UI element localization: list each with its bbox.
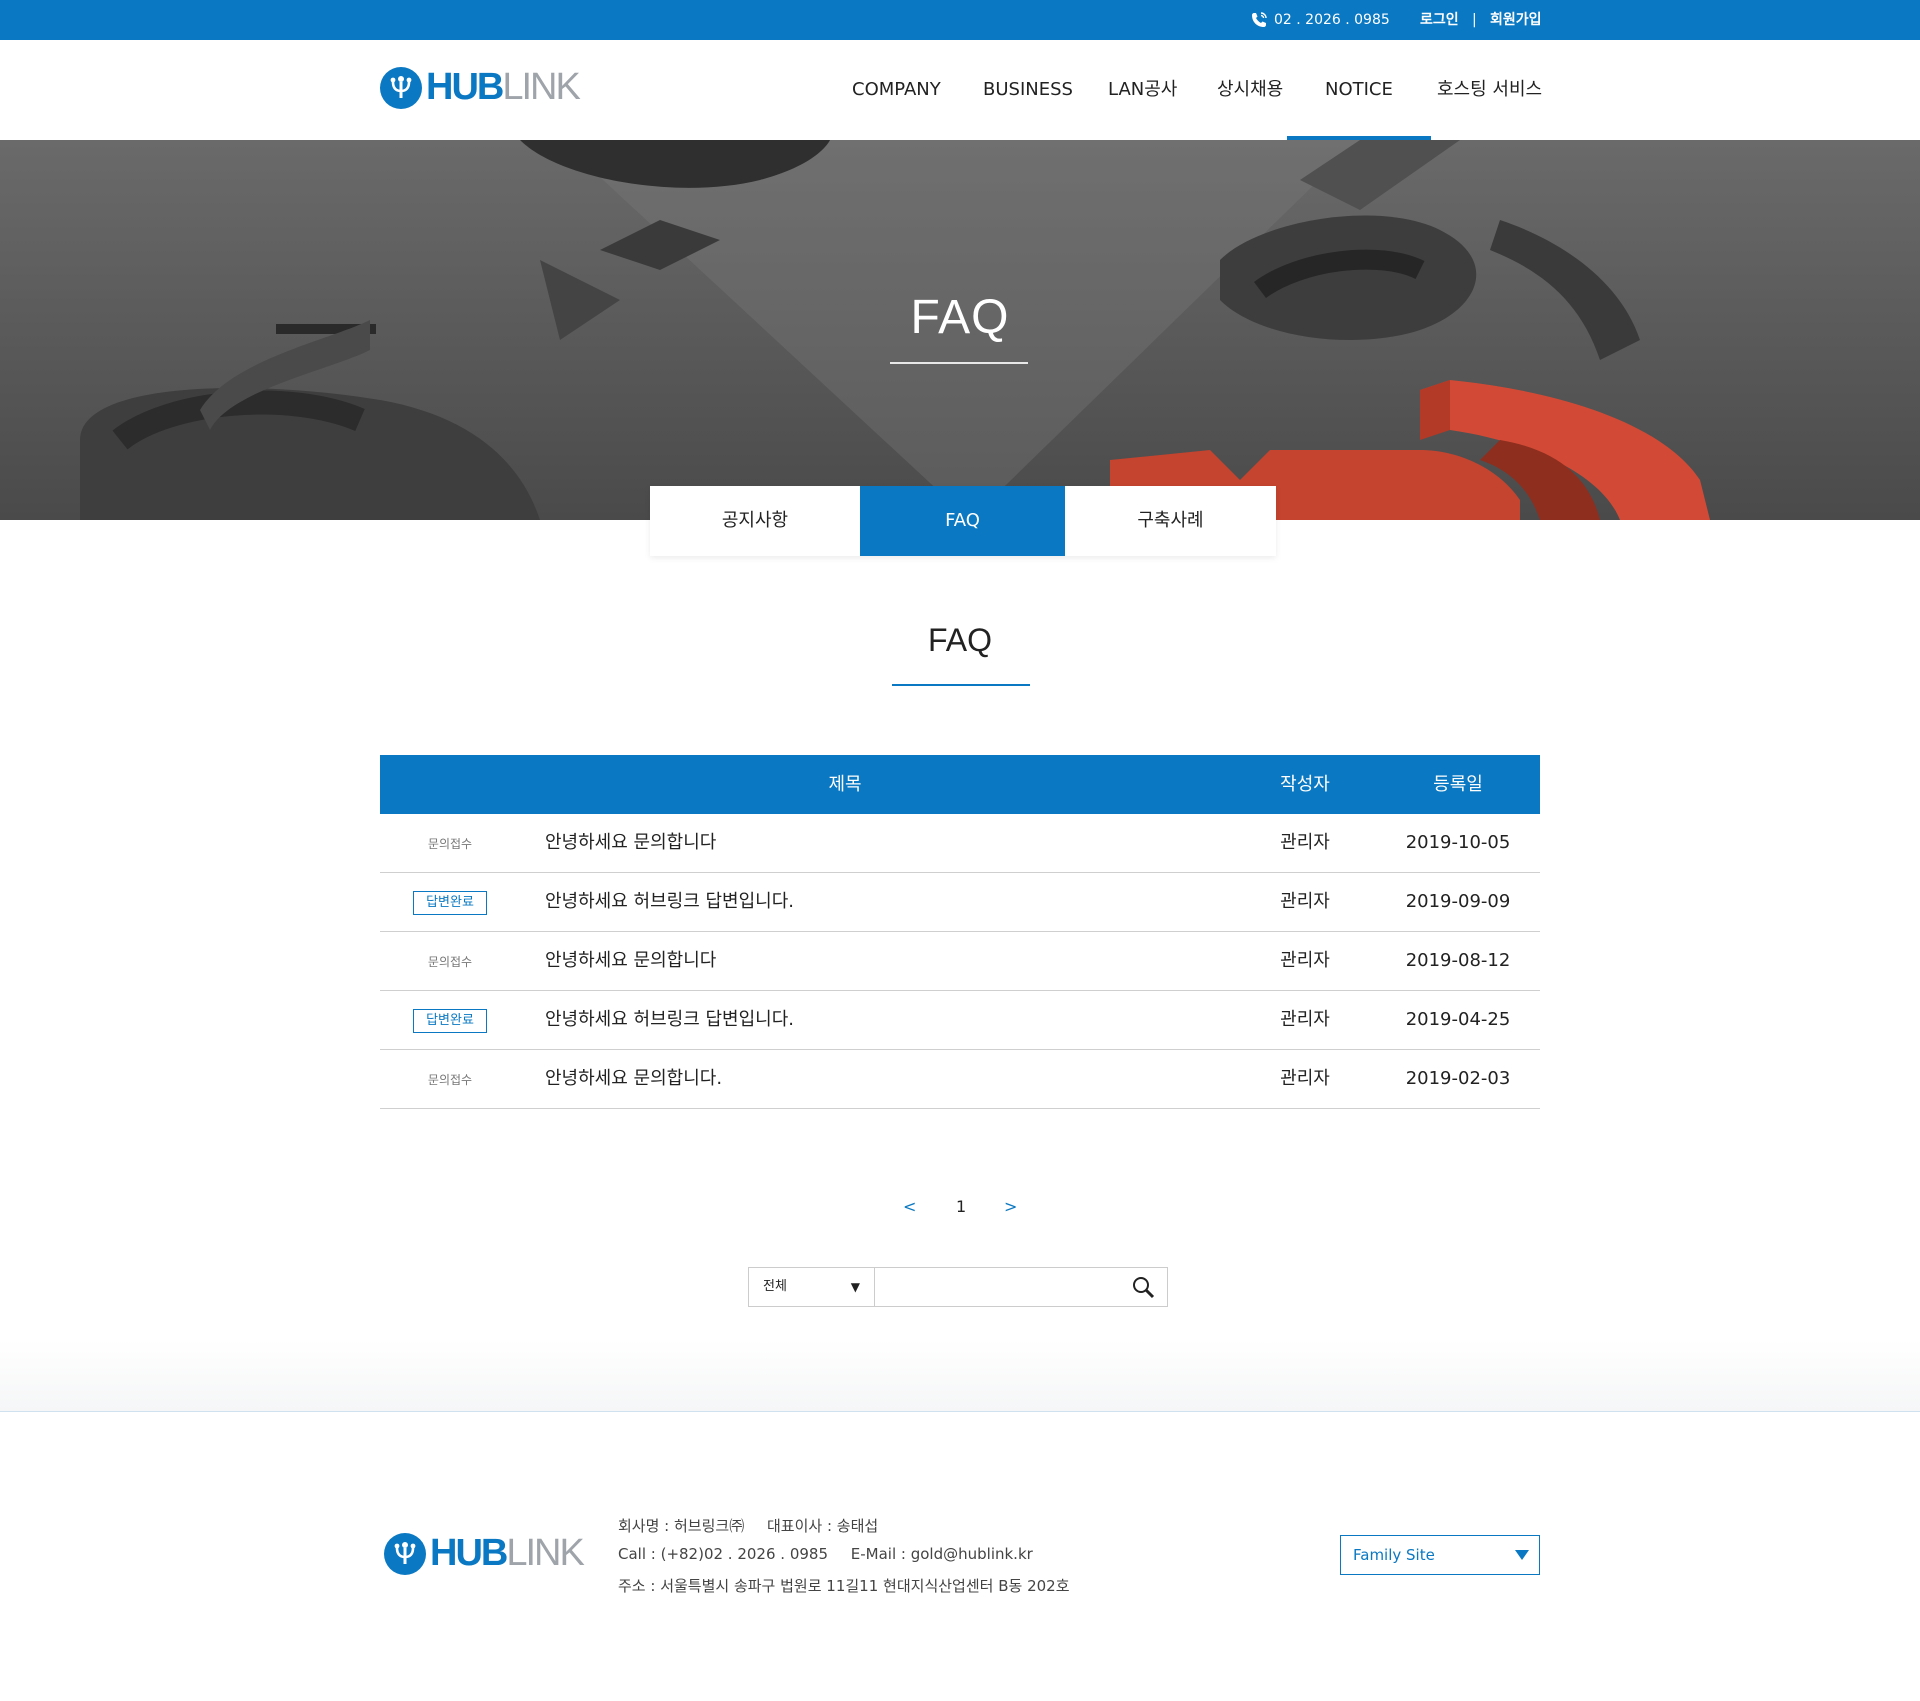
status-cell: 답변완료: [410, 991, 490, 1049]
logo-wordmark: HUBLINK: [430, 1532, 585, 1574]
topbar-separator: |: [1472, 12, 1477, 28]
status-cell: 문의접수: [410, 814, 490, 872]
logo-mark-icon: [384, 1532, 426, 1575]
family-site-label: Family Site: [1353, 1546, 1435, 1564]
search-bar: 전체 ▼: [748, 1267, 1168, 1307]
table-row[interactable]: 답변완료 안녕하세요 허브링크 답변입니다. 관리자 2019-04-25: [380, 991, 1540, 1050]
page-title: FAQ: [927, 622, 992, 658]
footer-ceo: 대표이사 : 송태섭: [766, 1517, 879, 1535]
phone-number: 02 . 2026 . 0985: [1274, 12, 1390, 28]
tab-faq[interactable]: FAQ: [860, 486, 1065, 556]
nav-item-company[interactable]: COMPANY: [852, 40, 941, 140]
row-title-link[interactable]: 안녕하세요 문의합니다.: [545, 1050, 1245, 1108]
row-author: 관리자: [1280, 950, 1330, 971]
nav-item-notice[interactable]: NOTICE: [1287, 40, 1431, 140]
row-author: 관리자: [1280, 891, 1330, 912]
status-badge-pending: 문의접수: [427, 837, 473, 851]
header-logo[interactable]: HUBLINK: [380, 66, 581, 109]
logo-wordmark: HUBLINK: [426, 66, 581, 108]
pagination: < 1 >: [0, 1195, 1920, 1219]
row-date: 2019-09-09: [1405, 891, 1511, 912]
table-row[interactable]: 문의접수 안녕하세요 문의합니다 관리자 2019-08-12: [380, 932, 1540, 991]
row-date: 2019-08-12: [1405, 950, 1511, 971]
nav-item-recruit[interactable]: 상시채용: [1217, 40, 1283, 140]
tab-notice[interactable]: 공지사항: [650, 486, 860, 556]
row-title-link[interactable]: 안녕하세요 허브링크 답변입니다.: [545, 873, 1245, 931]
row-author: 관리자: [1280, 1009, 1330, 1030]
table-row[interactable]: 문의접수 안녕하세요 문의합니다 관리자 2019-10-05: [380, 814, 1540, 873]
table-header: 제목 작성자 등록일: [380, 755, 1540, 814]
hero-title-underline: [890, 362, 1028, 364]
status-badge-pending: 문의접수: [427, 1073, 473, 1087]
login-link[interactable]: 로그인: [1420, 0, 1459, 40]
footer-contact-line: Call : (+82)02 . 2026 . 0985 E-Mail : go…: [618, 1545, 1051, 1563]
row-author: 관리자: [1280, 1068, 1330, 1089]
search-scope-value: 전체: [763, 1279, 787, 1294]
row-date: 2019-02-03: [1405, 1068, 1511, 1089]
status-cell: 문의접수: [410, 932, 490, 990]
row-date: 2019-04-25: [1405, 1009, 1511, 1030]
column-header-date: 등록일: [1433, 774, 1483, 795]
page-title-underline: [892, 684, 1030, 686]
nav-item-hosting[interactable]: 호스팅 서비스: [1437, 40, 1542, 140]
site-header: HUBLINK COMPANY BUSINESS LAN공사 상시채용 NOTI…: [0, 40, 1920, 140]
pagination-prev-button[interactable]: <: [903, 1195, 916, 1219]
footer-call: Call : (+82)02 . 2026 . 0985: [618, 1545, 828, 1563]
hero-banner: FAQ: [0, 140, 1920, 520]
search-scope-select[interactable]: 전체 ▼: [749, 1268, 875, 1306]
status-cell: 답변완료: [410, 873, 490, 931]
nav-item-lan[interactable]: LAN공사: [1108, 40, 1177, 140]
column-header-author: 작성자: [1280, 774, 1330, 795]
table-row[interactable]: 문의접수 안녕하세요 문의합니다. 관리자 2019-02-03: [380, 1050, 1540, 1109]
row-title-link[interactable]: 안녕하세요 허브링크 답변입니다.: [545, 991, 1245, 1049]
caret-down-icon: [1515, 1550, 1529, 1560]
hero-title: FAQ: [910, 291, 1010, 344]
footer-company-line: 회사명 : 허브링크㈜ 대표이사 : 송태섭: [618, 1515, 896, 1536]
footer-divider-fade: [0, 1340, 1920, 1412]
caret-down-icon: ▼: [850, 1280, 860, 1294]
column-header-title: 제목: [828, 774, 862, 795]
status-badge-done: 답변완료: [413, 1008, 487, 1033]
footer-divider: [0, 1411, 1920, 1412]
table-row[interactable]: 답변완료 안녕하세요 허브링크 답변입니다. 관리자 2019-09-09: [380, 873, 1540, 932]
search-icon: [1133, 1277, 1155, 1299]
signup-link[interactable]: 회원가입: [1490, 0, 1542, 40]
search-input[interactable]: [876, 1268, 1126, 1306]
row-date: 2019-10-05: [1405, 832, 1511, 853]
status-cell: 문의접수: [410, 1050, 490, 1108]
logo-mark-icon: [380, 66, 422, 109]
footer-email: E-Mail : gold@hublink.kr: [850, 1545, 1033, 1563]
board-tabs: 공지사항 FAQ 구축사례: [650, 486, 1276, 556]
status-badge-pending: 문의접수: [427, 955, 473, 969]
phone-contact: 02 . 2026 . 0985: [1250, 0, 1390, 40]
footer-address: 주소 : 서울특별시 송파구 법원로 11길11 현대지식산업센터 B동 202…: [618, 1577, 1070, 1595]
pagination-next-button[interactable]: >: [1004, 1195, 1017, 1219]
top-utility-bar: 02 . 2026 . 0985 로그인 | 회원가입: [0, 0, 1920, 40]
tab-cases[interactable]: 구축사례: [1065, 486, 1276, 556]
footer-logo[interactable]: HUBLINK: [384, 1532, 585, 1575]
footer-address-line: 주소 : 서울특별시 송파구 법원로 11길11 현대지식산업센터 B동 202…: [618, 1575, 1088, 1596]
search-button[interactable]: [1131, 1275, 1157, 1301]
footer-company-name: 회사명 : 허브링크㈜: [618, 1517, 745, 1535]
row-title-link[interactable]: 안녕하세요 문의합니다: [545, 932, 1245, 990]
phone-icon: [1252, 12, 1267, 27]
faq-table: 제목 작성자 등록일 문의접수 안녕하세요 문의합니다 관리자 2019-10-…: [380, 755, 1540, 1109]
status-badge-done: 답변완료: [413, 890, 487, 915]
row-title-link[interactable]: 안녕하세요 문의합니다: [545, 814, 1245, 872]
family-site-select[interactable]: Family Site: [1340, 1535, 1540, 1575]
pagination-page-1[interactable]: 1: [956, 1195, 966, 1219]
row-author: 관리자: [1280, 832, 1330, 853]
nav-item-business[interactable]: BUSINESS: [983, 40, 1073, 140]
